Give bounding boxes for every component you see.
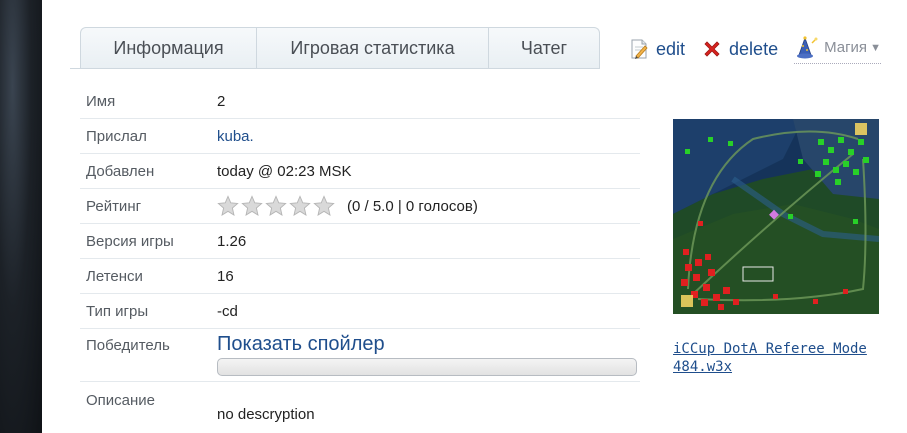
delete-label: delete xyxy=(729,38,779,59)
action-bar: edit delete Магия ▼ xyxy=(628,34,881,64)
edit-button[interactable]: edit xyxy=(628,38,685,60)
table-row: Версия игры 1.26 xyxy=(80,224,640,259)
added-label: Добавлен xyxy=(86,162,155,180)
winner-label: Победитель xyxy=(86,337,170,354)
minimap xyxy=(673,119,879,314)
table-row: Добавлен today @ 02:23 MSK xyxy=(80,154,640,189)
table-row: Победитель Показать спойлер xyxy=(80,329,640,382)
delete-button[interactable]: delete xyxy=(701,38,778,60)
latency-label: Летенси xyxy=(86,267,143,285)
table-row: Описание no descryption xyxy=(80,382,640,432)
star-icon[interactable] xyxy=(313,195,335,217)
spoiler-box[interactable] xyxy=(217,358,637,376)
rating-stars[interactable] xyxy=(217,195,337,217)
added-value: today @ 02:23 MSK xyxy=(217,162,352,180)
map-download-link[interactable]: iCCup DotA Referee Mode 484.w3x xyxy=(673,340,893,376)
tabs-divider xyxy=(70,68,600,69)
table-row: Имя 2 xyxy=(80,84,640,119)
tab-chat[interactable]: Чатег xyxy=(489,28,599,69)
edit-icon xyxy=(628,38,650,60)
magic-label: Магия xyxy=(824,39,868,56)
version-value: 1.26 xyxy=(217,232,247,250)
sender-link[interactable]: kuba. xyxy=(217,128,640,145)
star-icon[interactable] xyxy=(289,195,311,217)
replay-info-table: Имя 2 Прислал kuba. Добавлен today @ 02:… xyxy=(80,84,640,432)
description-label: Описание xyxy=(86,392,156,409)
magic-dropdown[interactable]: Магия ▼ xyxy=(794,35,881,64)
latency-value: 16 xyxy=(217,267,234,285)
table-row: Рейтинг (0 / 5.0 | 0 голосов) xyxy=(80,189,640,224)
background-panel xyxy=(0,0,42,433)
map-preview-image[interactable] xyxy=(673,119,879,314)
tab-game-stats[interactable]: Игровая статистика xyxy=(257,28,489,69)
chevron-down-icon: ▼ xyxy=(870,41,881,54)
version-label: Версия игры xyxy=(86,232,174,250)
delete-icon xyxy=(701,38,723,60)
rating-label: Рейтинг xyxy=(86,197,142,215)
table-row: Прислал kuba. xyxy=(80,119,640,154)
winner-value: Показать спойлер xyxy=(217,333,640,376)
rating-text: (0 / 5.0 | 0 голосов) xyxy=(347,197,478,215)
star-icon[interactable] xyxy=(241,195,263,217)
show-spoiler-button[interactable]: Показать спойлер xyxy=(217,333,640,356)
game-type-label: Тип игры xyxy=(86,302,149,320)
edit-label: edit xyxy=(656,38,686,59)
name-value: 2 xyxy=(217,92,226,110)
rating-value: (0 / 5.0 | 0 голосов) xyxy=(217,195,640,217)
tab-bar: Информация Игровая статистика Чатег xyxy=(80,27,600,69)
description-value: no descryption xyxy=(217,406,315,423)
table-row: Летенси 16 xyxy=(80,259,640,294)
tab-info[interactable]: Информация xyxy=(81,28,257,69)
name-label: Имя xyxy=(86,92,116,110)
star-icon[interactable] xyxy=(265,195,287,217)
table-row: Тип игры -cd xyxy=(80,294,640,329)
sender-label: Прислал xyxy=(86,127,147,145)
wizard-icon xyxy=(794,35,820,61)
game-type-value: -cd xyxy=(217,302,238,320)
star-icon[interactable] xyxy=(217,195,239,217)
